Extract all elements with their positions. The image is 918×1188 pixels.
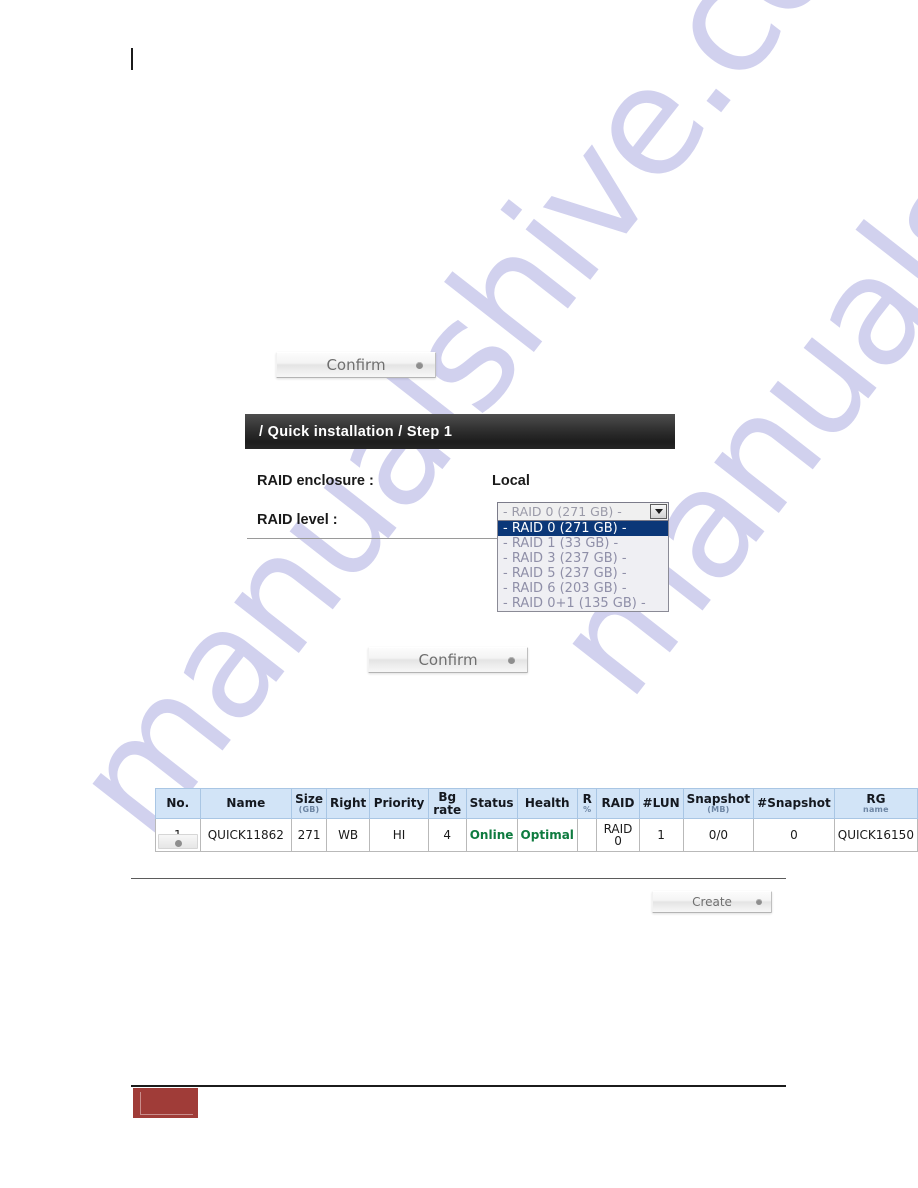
column-header-no: No. (155, 787, 201, 820)
raid-level-option[interactable]: - RAID 5 (237 GB) - (498, 566, 668, 581)
column-header-label: #Snapshot (757, 796, 831, 811)
column-header-label: Priority (373, 796, 425, 811)
status-badge: Online (465, 818, 518, 853)
column-header-label: No. (166, 796, 190, 811)
column-header-right: Right (325, 787, 371, 820)
table-header-row: No. Name Size (GB) Right Priority Bg rat… (155, 787, 918, 820)
row-menu-icon[interactable] (174, 840, 182, 848)
confirm-button-top-label: Confirm (326, 356, 386, 374)
health-badge: Optimal (516, 818, 578, 853)
column-header-sublabel: (MB) (707, 804, 730, 814)
column-header-label: RAID (601, 796, 635, 811)
footer-logo-box (133, 1088, 198, 1118)
create-button[interactable]: Create (652, 891, 772, 913)
raid-enclosure-value: Local (492, 473, 530, 489)
document-page: Confirm / Quick installation / Step 1 RA… (0, 0, 918, 1188)
raid-level-select-display[interactable]: - RAID 0 (271 GB) - (497, 502, 669, 521)
raid-level-label: RAID level : (257, 512, 338, 528)
column-header-label: #LUN (642, 796, 680, 811)
confirm-button-top[interactable]: Confirm (276, 352, 436, 378)
column-header-snapshot: Snapshot (MB) (682, 787, 755, 820)
raid-level-option[interactable]: - RAID 1 (33 GB) - (498, 536, 668, 551)
raid-level-option[interactable]: - RAID 6 (203 GB) - (498, 581, 668, 596)
cell-size: 271 (291, 818, 327, 853)
raid-group-table: No. Name Size (GB) Right Priority Bg rat… (155, 787, 918, 853)
cell-name: QUICK11862 (199, 818, 293, 853)
cell-raid: RAID 0 (596, 818, 640, 853)
column-header-label: Bg rate (433, 790, 462, 817)
button-indicator-icon (508, 657, 515, 664)
column-header-status: Status (465, 787, 518, 820)
column-header-label: Snapshot (686, 792, 751, 807)
cell-right: WB (325, 818, 371, 853)
chevron-down-icon[interactable] (650, 504, 667, 519)
page-top-mark (131, 48, 133, 70)
column-header-label: Name (226, 796, 266, 811)
column-header-label: Status (469, 796, 514, 811)
raid-level-option[interactable]: - RAID 0+1 (135 GB) - (498, 596, 668, 611)
panel-title-bar: / Quick installation / Step 1 (245, 414, 675, 449)
column-header-r-percent: R % (576, 787, 598, 820)
column-header-sublabel: name (863, 804, 889, 814)
cell-lun: 1 (638, 818, 684, 853)
footer-rule (131, 1085, 786, 1087)
cell-snapshot: 0/0 (682, 818, 755, 853)
column-header-size: Size (GB) (291, 787, 327, 820)
column-header-label: Right (330, 796, 367, 811)
confirm-button-middle[interactable]: Confirm (368, 647, 528, 673)
table-divider (131, 878, 786, 879)
column-header-num-snapshot: #Snapshot (753, 787, 835, 820)
raid-level-option[interactable]: - RAID 3 (237 GB) - (498, 551, 668, 566)
page-title: / Quick installation / Step 1 (259, 423, 453, 440)
raid-enclosure-label: RAID enclosure : (257, 473, 374, 489)
cell-num-snapshot: 0 (753, 818, 835, 853)
button-indicator-icon (756, 899, 762, 905)
raid-level-option-list[interactable]: - RAID 0 (271 GB) - - RAID 1 (33 GB) - -… (497, 521, 669, 612)
column-header-label: Size (295, 792, 323, 807)
raid-level-select[interactable]: - RAID 0 (271 GB) - - RAID 0 (271 GB) - … (497, 502, 669, 612)
column-header-health: Health (516, 787, 578, 820)
cell-priority: HI (369, 818, 429, 853)
table-row[interactable]: 1 QUICK11862 271 WB HI 4 Online Optimal … (155, 818, 918, 853)
create-button-label: Create (692, 895, 732, 909)
column-header-rg-name: RG name (833, 787, 918, 820)
confirm-button-middle-label: Confirm (418, 651, 478, 669)
button-indicator-icon (416, 362, 423, 369)
column-header-name: Name (199, 787, 293, 820)
cell-no[interactable]: 1 (155, 818, 201, 853)
column-header-label: RG (866, 792, 886, 807)
column-header-label: Health (524, 796, 570, 811)
cell-bg-rate: 4 (427, 818, 467, 853)
raid-level-selected-value: - RAID 0 (271 GB) - (503, 504, 622, 519)
column-header-sublabel: (GB) (298, 804, 320, 814)
column-header-priority: Priority (369, 787, 429, 820)
column-header-bg-rate: Bg rate (427, 787, 467, 820)
column-header-label: R (582, 792, 592, 807)
column-header-lun: #LUN (638, 787, 684, 820)
column-header-raid: RAID (596, 787, 640, 820)
column-header-sublabel: % (583, 804, 592, 814)
raid-level-option[interactable]: - RAID 0 (271 GB) - (498, 521, 668, 536)
cell-r-percent (576, 818, 598, 853)
cell-rg-name: QUICK16150 (833, 818, 918, 853)
